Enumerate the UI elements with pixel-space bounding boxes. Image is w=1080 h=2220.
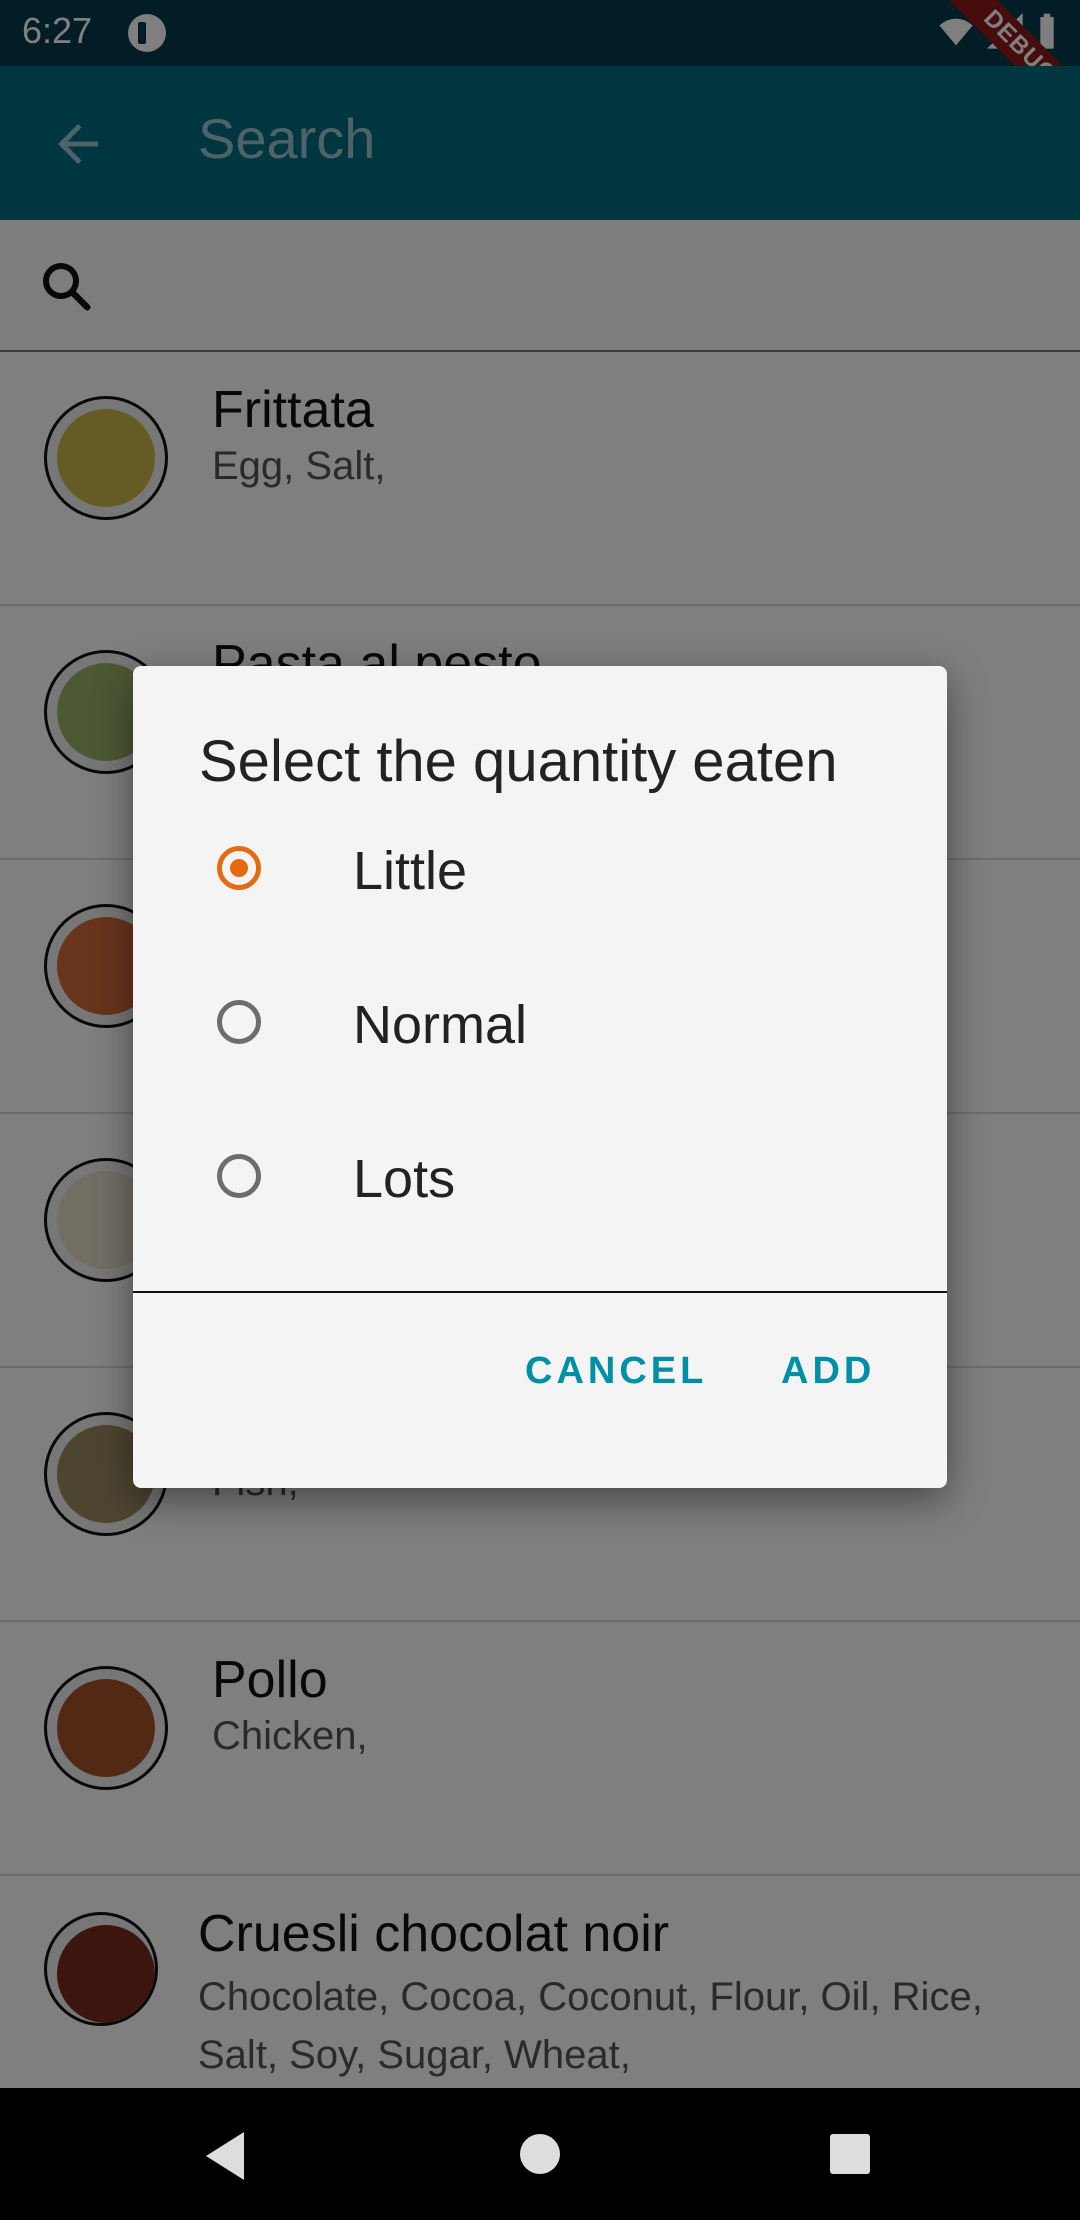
option-little[interactable]: Little [133, 800, 947, 940]
quantity-dialog: Select the quantity eaten Little Normal … [133, 666, 947, 1488]
dialog-title: Select the quantity eaten [199, 729, 838, 794]
option-lots[interactable]: Lots [133, 1108, 947, 1248]
dialog-divider [133, 1291, 947, 1293]
radio-normal[interactable] [217, 1000, 261, 1044]
nav-back-icon[interactable] [206, 2132, 244, 2180]
system-nav-bar [0, 2088, 1080, 2220]
nav-home-icon[interactable] [520, 2134, 560, 2174]
add-button[interactable]: ADD [781, 1350, 875, 1393]
option-label: Normal [353, 995, 528, 1055]
option-normal[interactable]: Normal [133, 954, 947, 1094]
radio-little[interactable] [217, 846, 261, 890]
radio-lots[interactable] [217, 1154, 261, 1198]
cancel-button[interactable]: CANCEL [525, 1350, 707, 1393]
nav-recents-icon[interactable] [830, 2134, 870, 2174]
option-label: Lots [353, 1149, 456, 1209]
option-label: Little [353, 841, 468, 901]
